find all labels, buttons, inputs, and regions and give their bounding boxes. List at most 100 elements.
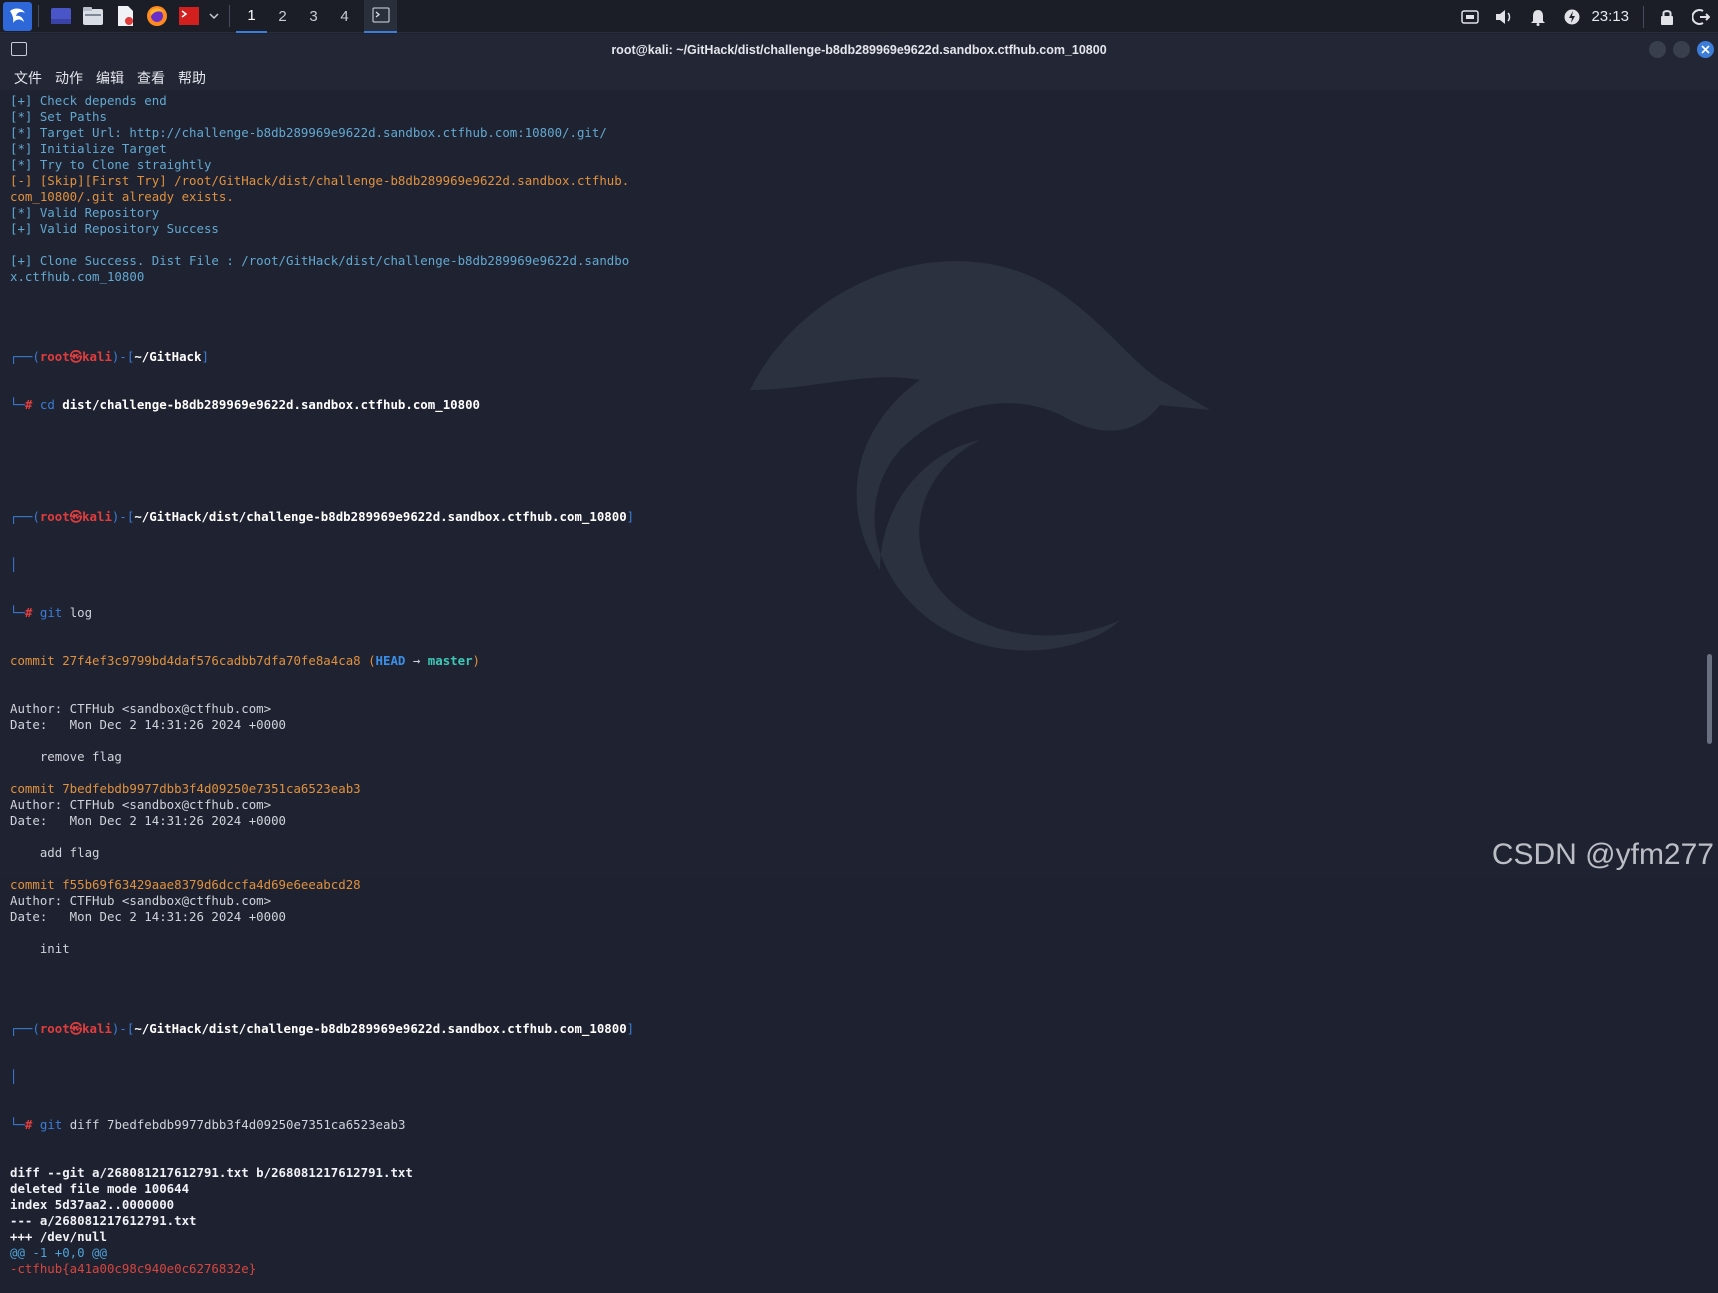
prompt-line: ┌──(root㉿kali)-[~/GitHack/dist/challenge… [10,509,635,524]
terminal-line: -ctfhub{a41a00c98c940e0c6276832e} [10,1261,257,1276]
command-name: git [39,605,63,620]
terminal-line: [-] [Skip][First Try] /root/GitHack/dist… [10,173,630,188]
terminal-line: --- a/268081217612791.txt [10,1213,197,1228]
terminal-line: [*] Set Paths [10,109,107,124]
command-args: log [62,605,93,620]
workspace-4-button[interactable]: 4 [329,0,360,33]
logout-icon[interactable] [1690,6,1712,28]
terminal-line: init [10,941,70,956]
head-label: HEAD [375,653,406,668]
terminal-line: [*] Target Url: http://challenge-b8db289… [10,125,607,140]
terminal-line: @@ -1 +0,0 @@ [10,1245,107,1260]
terminal-line: Author: CTFHub <sandbox@ctfhub.com> [10,701,272,716]
prompt-line: ┌──(root㉿kali)-[~/GitHack] [10,349,209,364]
prompt-path: ~/GitHack/dist/challenge-b8db289969e9622… [134,509,627,524]
taskbar: 1 2 3 4 23:13 [0,0,1718,33]
terminal-output[interactable]: [+] Check depends end [*] Set Paths [*] Ta… [10,61,1700,1293]
terminal-line: [*] Initialize Target [10,141,167,156]
prompt-user: root [39,509,70,524]
minimize-button[interactable] [1649,41,1666,58]
prompt-path: ~/GitHack [134,349,202,364]
workspace-3-button[interactable]: 3 [298,0,329,33]
command-line: └─# git log [10,605,93,620]
terminal-line: [+] Valid Repository Success [10,221,219,236]
workspace-2-button[interactable]: 2 [267,0,298,33]
terminal-line: [+] Clone Success. Dist File : /root/Git… [10,253,630,268]
terminal-line: Date: Mon Dec 2 14:31:26 2024 +0000 [10,909,287,924]
command-line: └─# git diff 7bedfebdb9977dbb3f4d09250e7… [10,1117,406,1132]
terminal-line: remove flag [10,749,122,764]
clock[interactable]: 23:13 [1591,8,1629,25]
prompt-at: ㉿ [69,1021,83,1036]
terminal-line: Author: CTFHub <sandbox@ctfhub.com> [10,797,272,812]
text-editor-icon[interactable] [113,4,137,28]
close-button[interactable] [1697,41,1714,58]
chevron-down-icon[interactable] [207,4,221,28]
window-title: root@kali: ~/GitHack/dist/challenge-b8db… [611,43,1107,57]
terminal-line: com_10800/.git already exists. [10,189,234,204]
head-commit-line: commit 27f4ef3c9799bd4daf576cadbb7dfa70f… [10,653,481,668]
taskbar-separator [38,5,39,27]
githack-output: [+] Check depends end [*] Set Paths [*] Ta… [10,93,1700,301]
kali-menu-icon[interactable] [3,1,32,31]
command-line: └─# cd dist/challenge-b8db289969e9622d.s… [10,397,480,412]
prompt-path: ~/GitHack/dist/challenge-b8db289969e9622… [134,1021,627,1036]
prompt-user: root [39,349,70,364]
terminal-line: Date: Mon Dec 2 14:31:26 2024 +0000 [10,717,287,732]
head-arrow: → [405,653,428,668]
terminal-line: add flag [10,845,100,860]
command-name: cd [39,397,55,412]
file-manager-icon[interactable] [81,4,105,28]
terminal-line: index 5d37aa2..0000000 [10,1197,175,1212]
commit-hash: commit 27f4ef3c9799bd4daf576cadbb7dfa70f… [10,653,361,668]
git-log-output: Author: CTFHub <sandbox@ctfhub.com> Date:… [10,701,1700,973]
terminal-line: Date: Mon Dec 2 14:31:26 2024 +0000 [10,813,287,828]
command-name: git [39,1117,63,1132]
maximize-button[interactable] [1673,41,1690,58]
taskbar-separator [1643,5,1644,28]
notification-bell-icon[interactable] [1527,6,1549,28]
terminal-line: deleted file mode 100644 [10,1181,190,1196]
branch-label: master [427,653,473,668]
command-args: diff 7bedfebdb9977dbb3f4d09250e7351ca652… [62,1117,406,1132]
prompt-line: ┌──(root㉿kali)-[~/GitHack/dist/challenge… [10,1021,635,1036]
terminal-line: [+] Check depends end [10,93,167,108]
terminal-line: Author: CTFHub <sandbox@ctfhub.com> [10,893,272,908]
terminal-scrollbar[interactable] [1707,654,1712,744]
taskbar-separator [229,5,230,27]
prompt-host: kali [82,349,112,364]
workspace-1-button[interactable]: 1 [236,0,267,33]
prompt-at: ㉿ [69,509,83,524]
terminal-window-icon [11,42,27,56]
terminal-launcher-icon[interactable] [177,4,201,28]
terminal-line: commit f55b69f63429aae8379d6dccfa4d69e6e… [10,877,361,892]
power-manager-icon[interactable] [1561,6,1583,28]
lock-icon[interactable] [1656,6,1678,28]
terminal-line: diff --git a/268081217612791.txt b/26808… [10,1165,413,1180]
firefox-icon[interactable] [145,4,169,28]
terminal-task-button[interactable] [364,0,397,33]
git-diff-output: diff --git a/268081217612791.txt b/26808… [10,1165,1700,1277]
network-icon[interactable] [1459,6,1481,28]
prompt-host: kali [82,509,112,524]
prompt-user: root [39,1021,70,1036]
terminal-line: commit 7bedfebdb9977dbb3f4d09250e7351ca6… [10,781,361,796]
csdn-watermark: CSDN @yfm277 [1491,838,1714,871]
show-desktop-icon[interactable] [49,4,73,28]
terminal-line: [*] Valid Repository [10,205,160,220]
close-icon [1701,45,1710,54]
terminal-line: +++ /dev/null [10,1229,107,1244]
terminal-line: x.ctfhub.com_10800 [10,269,145,284]
volume-icon[interactable] [1493,6,1515,28]
prompt-host: kali [82,1021,112,1036]
command-args: dist/challenge-b8db289969e9622d.sandbox.… [54,397,480,412]
prompt-at: ㉿ [69,349,83,364]
